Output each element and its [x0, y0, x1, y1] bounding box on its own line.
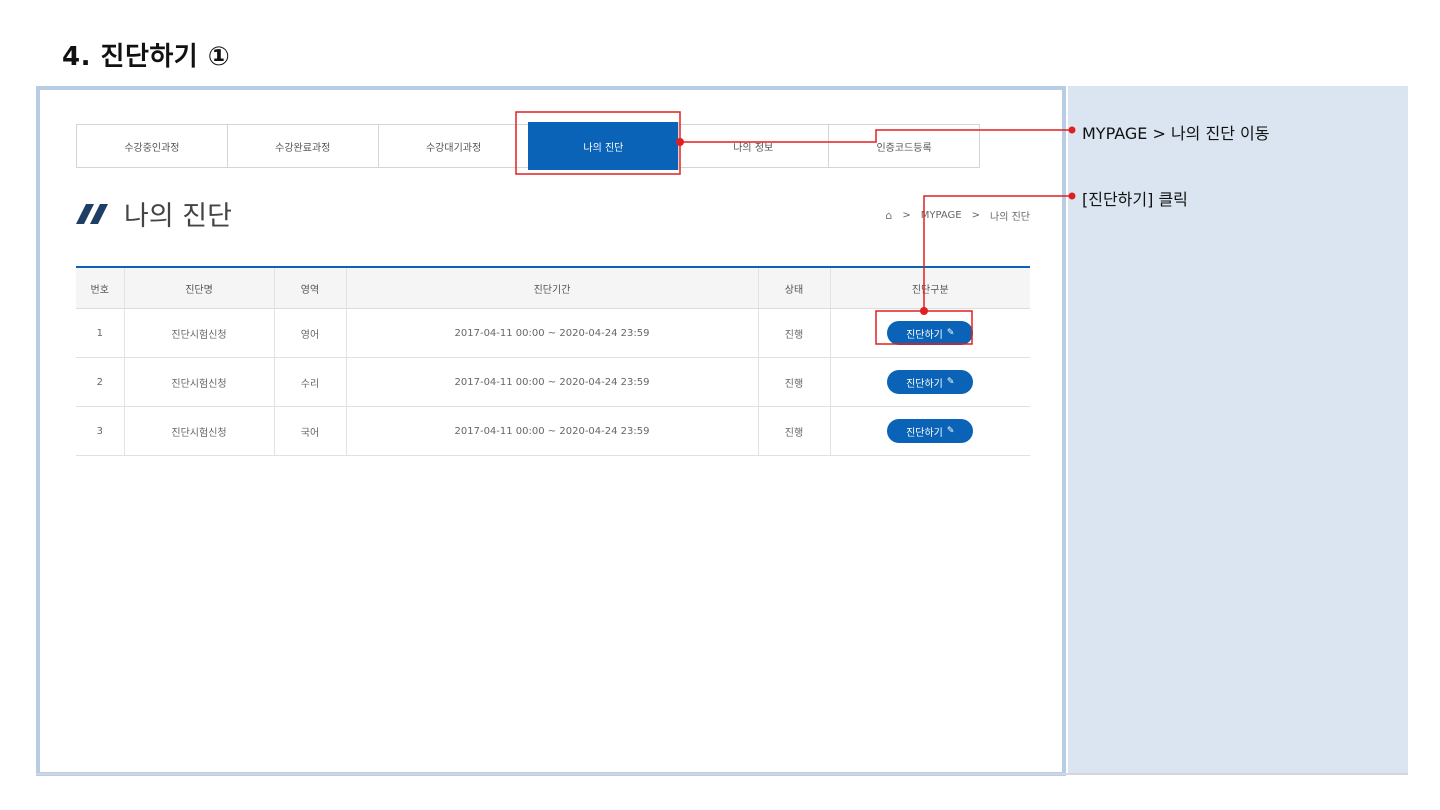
table-header-row: 번호 진단명 영역 진단기간 상태 진단구분 — [76, 267, 1030, 309]
double-slash-icon — [76, 203, 112, 224]
cell-status: 진행 — [758, 357, 831, 407]
tab-auth-code[interactable]: 인증코드등록 — [829, 125, 979, 167]
cell-period: 2017-04-11 00:00 ~ 2020-04-24 23:59 — [346, 308, 759, 358]
cell-action: 진단하기 ✎ — [830, 406, 1030, 456]
cell-period: 2017-04-11 00:00 ~ 2020-04-24 23:59 — [346, 406, 759, 456]
note-click-diagnose: [진단하기] 클릭 — [1082, 190, 1188, 209]
tab-my-diagnosis[interactable]: 나의 진단 — [528, 122, 680, 170]
cell-action: 진단하기 ✎ — [830, 308, 1030, 358]
header-area: 영역 — [274, 267, 347, 309]
cell-period: 2017-04-11 00:00 ~ 2020-04-24 23:59 — [346, 357, 759, 407]
cell-name: 진단시험신청 — [124, 357, 275, 407]
diagnose-button[interactable]: 진단하기 ✎ — [887, 321, 974, 345]
cell-name: 진단시험신청 — [124, 406, 275, 456]
table-row: 3 진단시험신청 국어 2017-04-11 00:00 ~ 2020-04-2… — [76, 406, 1030, 456]
header-name: 진단명 — [124, 267, 275, 309]
home-icon[interactable]: ⌂ — [885, 209, 892, 222]
page-heading: 4. 진단하기 ① — [62, 42, 231, 72]
breadcrumb-separator: > — [902, 210, 911, 221]
tab-completed-courses[interactable]: 수강완료과정 — [228, 125, 379, 167]
pencil-icon: ✎ — [946, 328, 955, 338]
cell-name: 진단시험신청 — [124, 308, 275, 358]
screenshot-frame: 수강중인과정 수강완료과정 수강대기과정 나의 진단 나의 정보 인증코드등록 … — [36, 86, 1066, 776]
tab-in-progress-courses[interactable]: 수강중인과정 — [77, 125, 228, 167]
header-no: 번호 — [76, 267, 125, 309]
cell-status: 진행 — [758, 308, 831, 358]
diagnose-button-label: 진단하기 — [906, 378, 943, 390]
breadcrumb-mypage[interactable]: MYPAGE — [921, 210, 962, 221]
cell-no: 3 — [76, 406, 125, 456]
cell-no: 1 — [76, 308, 125, 358]
note-mypage-navigation: MYPAGE > 나의 진단 이동 — [1082, 124, 1270, 143]
cell-no: 2 — [76, 357, 125, 407]
pencil-icon: ✎ — [946, 426, 955, 436]
cell-status: 진행 — [758, 406, 831, 456]
diagnose-button[interactable]: 진단하기 ✎ — [887, 419, 974, 443]
header-type: 진단구분 — [830, 267, 1030, 309]
diagnose-button[interactable]: 진단하기 ✎ — [887, 370, 974, 394]
diagnose-button-label: 진단하기 — [906, 427, 943, 439]
header-period: 진단기간 — [346, 267, 759, 309]
breadcrumb-separator: > — [971, 210, 981, 221]
cell-action: 진단하기 ✎ — [830, 357, 1030, 407]
bottom-rule — [36, 773, 1408, 775]
cell-area: 영어 — [274, 308, 347, 358]
section-title-text: 나의 진단 — [124, 201, 232, 232]
breadcrumb-current: 나의 진단 — [990, 212, 1030, 223]
mypage-tabs: 수강중인과정 수강완료과정 수강대기과정 나의 진단 나의 정보 인증코드등록 — [76, 122, 980, 170]
header-status: 상태 — [758, 267, 831, 309]
tab-my-info[interactable]: 나의 정보 — [678, 125, 830, 167]
table-row: 2 진단시험신청 수리 2017-04-11 00:00 ~ 2020-04-2… — [76, 357, 1030, 407]
section-title: 나의 진단 — [76, 194, 232, 233]
breadcrumb: ⌂ > MYPAGE > 나의 진단 — [885, 208, 1030, 223]
diagnosis-table: 번호 진단명 영역 진단기간 상태 진단구분 1 진단시험신청 영어 2017-… — [76, 266, 1030, 456]
tab-waiting-courses[interactable]: 수강대기과정 — [379, 125, 530, 167]
cell-area: 수리 — [274, 357, 347, 407]
table-row: 1 진단시험신청 영어 2017-04-11 00:00 ~ 2020-04-2… — [76, 308, 1030, 358]
pencil-icon: ✎ — [946, 377, 955, 387]
cell-area: 국어 — [274, 406, 347, 456]
diagnose-button-label: 진단하기 — [906, 329, 943, 341]
